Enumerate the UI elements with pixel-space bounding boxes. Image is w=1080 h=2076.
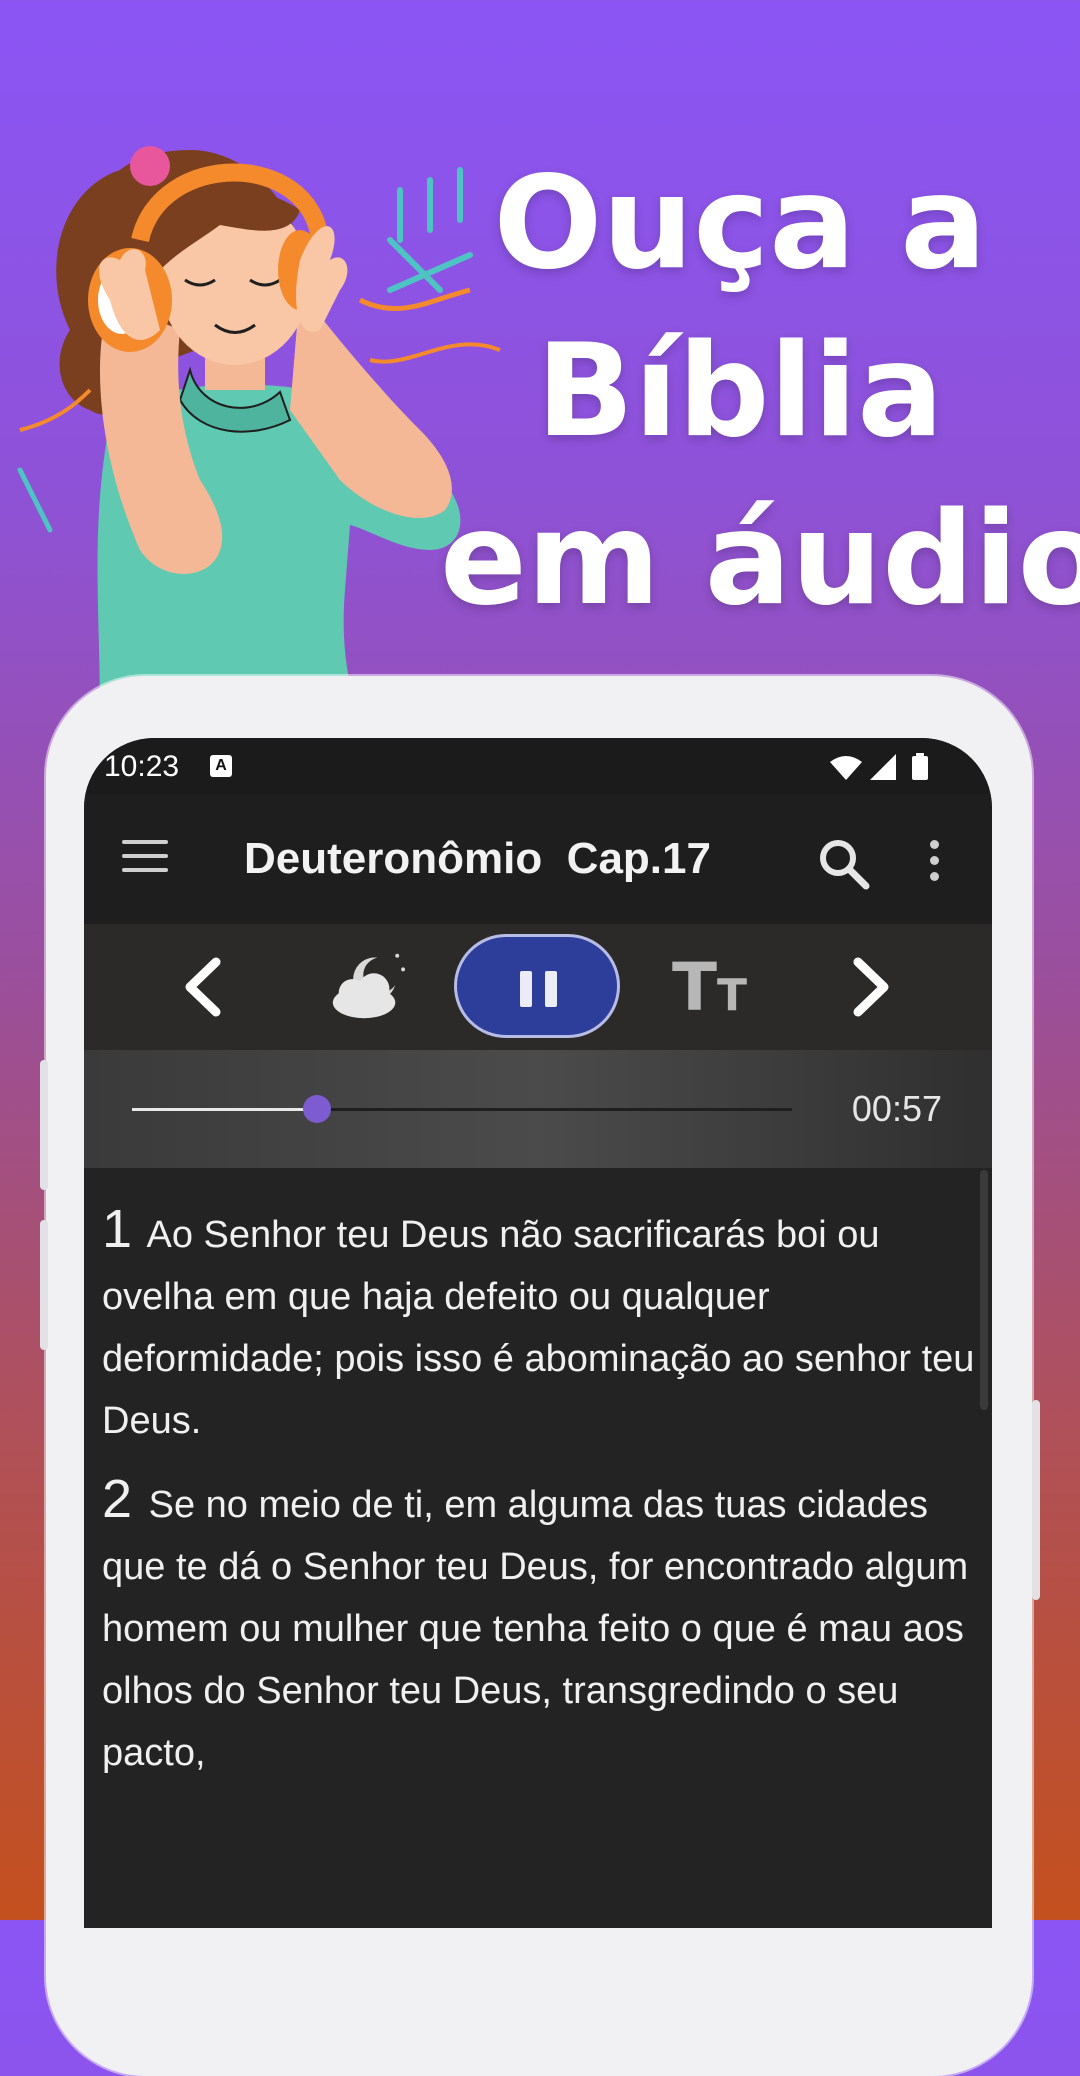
chevron-right-icon[interactable] — [840, 946, 900, 1028]
verse-item[interactable]: 2 Se no meio de ti, em alguma das tuas c… — [102, 1468, 982, 1784]
verse-list: 1 Ao Senhor teu Deus não sacrificarás bo… — [102, 1198, 982, 1800]
chapter-title[interactable]: Deuteronômio Cap.17 — [244, 834, 764, 884]
verse-number: 2 — [102, 1469, 133, 1529]
elapsed-time: 00:57 — [851, 1088, 942, 1129]
notification-a-icon: A — [210, 755, 232, 777]
seek-knob[interactable] — [302, 1095, 331, 1123]
phone-side-button-right — [1032, 1400, 1040, 1600]
pause-icon — [520, 971, 532, 1007]
app-bar: Deuteronômio Cap.17 — [84, 794, 992, 924]
player-controls: TT — [84, 924, 992, 1050]
verse-text: Se no meio de ti, em alguma das tuas cid… — [102, 1484, 969, 1774]
battery-icon — [912, 756, 928, 780]
wifi-icon — [830, 756, 862, 780]
phone-side-button-left — [40, 1060, 48, 1190]
verse-number: 1 — [102, 1199, 133, 1259]
woman-headphones-illustration — [17, 146, 501, 720]
verse-item[interactable]: 1 Ao Senhor teu Deus não sacrificarás bo… — [102, 1198, 982, 1452]
text-size-icon[interactable]: TT — [672, 955, 762, 1040]
status-time: 10:23 — [104, 750, 180, 783]
hamburger-menu-icon[interactable] — [122, 840, 168, 876]
chevron-left-icon[interactable] — [174, 946, 234, 1028]
signal-icon — [870, 754, 896, 780]
more-vertical-icon[interactable] — [924, 840, 944, 886]
seek-track[interactable] — [132, 1095, 792, 1123]
status-icons — [830, 753, 928, 780]
moon-cloud-icon[interactable] — [324, 944, 408, 1026]
pause-button[interactable] — [454, 934, 620, 1038]
audio-progress-bar: 00:57 — [84, 1050, 992, 1168]
search-icon[interactable] — [814, 834, 874, 894]
seek-fill — [132, 1108, 317, 1111]
app-screen: 10:23 A Deuteronômio Cap.17 TT 00:57 1 A… — [84, 738, 992, 1928]
phone-side-button-left-2 — [40, 1220, 48, 1350]
status-bar: 10:23 A — [84, 738, 992, 794]
verse-text: Ao Senhor teu Deus não sacrificarás boi … — [102, 1214, 975, 1442]
